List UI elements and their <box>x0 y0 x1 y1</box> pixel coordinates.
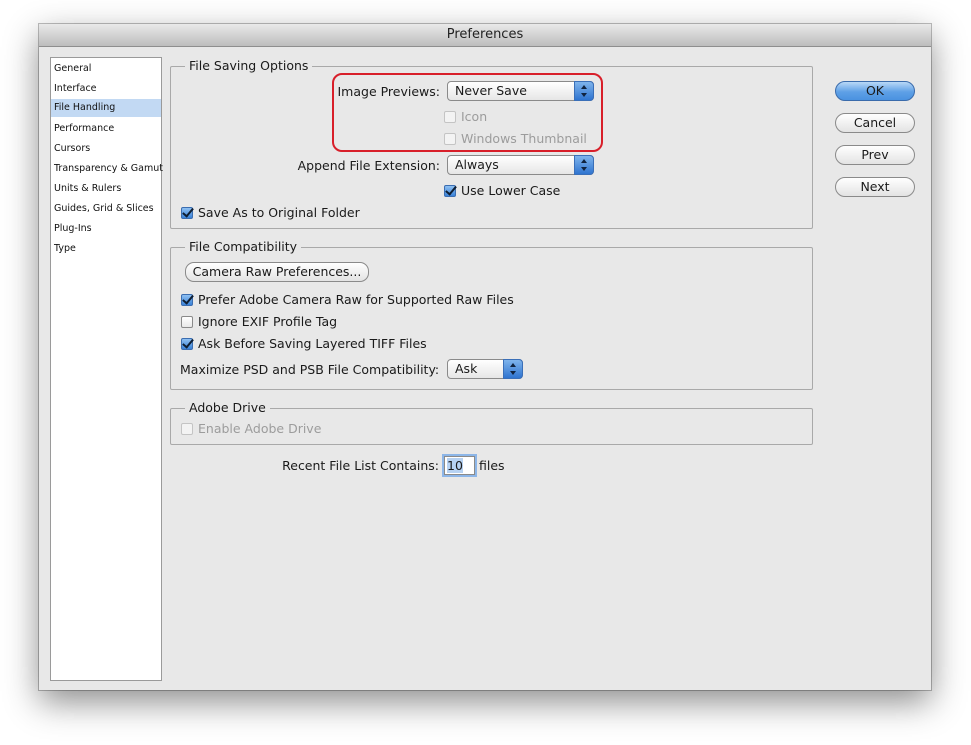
ignore-exif-checkbox[interactable] <box>181 316 193 328</box>
next-button[interactable]: Next <box>835 177 915 197</box>
sidebar-item-interface[interactable]: Interface <box>51 80 161 98</box>
maximize-compatibility-value: Ask <box>455 361 478 376</box>
sidebar-item-performance[interactable]: Performance <box>51 120 161 138</box>
ask-layered-tiff-checkbox[interactable] <box>181 338 193 350</box>
image-previews-select[interactable]: Never Save <box>447 81 594 101</box>
sidebar-item-transparency-gamut[interactable]: Transparency & Gamut <box>51 160 163 178</box>
sidebar-item-cursors[interactable]: Cursors <box>51 140 161 158</box>
prev-button[interactable]: Prev <box>835 145 915 165</box>
sidebar-item-plug-ins[interactable]: Plug-Ins <box>51 220 161 238</box>
use-lower-case-checkbox[interactable] <box>444 185 456 197</box>
windows-thumbnail-label: Windows Thumbnail <box>461 131 587 146</box>
image-previews-value: Never Save <box>455 83 527 98</box>
ok-button[interactable]: OK <box>835 81 915 101</box>
recent-file-list-label: Recent File List Contains: <box>282 458 439 473</box>
append-extension-label: Append File Extension: <box>297 158 440 173</box>
icon-checkbox[interactable] <box>444 111 456 123</box>
image-previews-label: Image Previews: <box>337 84 440 99</box>
append-extension-select[interactable]: Always <box>447 155 594 175</box>
popup-arrows-icon <box>574 155 594 175</box>
category-sidebar: General Interface File Handling Performa… <box>50 57 163 681</box>
preferences-window: Preferences General Interface File Handl… <box>39 24 931 690</box>
maximize-compatibility-label: Maximize PSD and PSB File Compatibility: <box>180 362 440 377</box>
adobe-drive-title: Adobe Drive <box>185 400 270 416</box>
file-compatibility-title: File Compatibility <box>185 239 302 255</box>
append-extension-value: Always <box>455 157 499 172</box>
popup-arrows-icon <box>574 81 594 101</box>
recent-file-count-input[interactable]: 10 <box>444 456 475 475</box>
dialog-content: General Interface File Handling Performa… <box>39 47 931 690</box>
icon-checkbox-label: Icon <box>461 109 488 124</box>
sidebar-item-file-handling[interactable]: File Handling <box>51 99 161 117</box>
prefer-camera-raw-label: Prefer Adobe Camera Raw for Supported Ra… <box>198 292 514 307</box>
enable-adobe-drive-label: Enable Adobe Drive <box>198 421 322 436</box>
popup-arrows-icon <box>503 359 523 379</box>
save-as-original-folder-label: Save As to Original Folder <box>198 205 360 220</box>
prefer-camera-raw-checkbox[interactable] <box>181 294 193 306</box>
recent-file-suffix: files <box>479 458 505 473</box>
file-saving-options-title: File Saving Options <box>185 58 313 74</box>
recent-file-count-value: 10 <box>447 458 463 473</box>
use-lower-case-label: Use Lower Case <box>461 183 561 198</box>
sidebar-item-type[interactable]: Type <box>51 240 161 258</box>
ask-layered-tiff-label: Ask Before Saving Layered TIFF Files <box>198 336 427 351</box>
camera-raw-preferences-button[interactable]: Camera Raw Preferences... <box>185 262 369 282</box>
sidebar-item-general[interactable]: General <box>51 60 161 78</box>
enable-adobe-drive-checkbox[interactable] <box>181 423 193 435</box>
windows-thumbnail-checkbox[interactable] <box>444 133 456 145</box>
cancel-button[interactable]: Cancel <box>835 113 915 133</box>
window-title: Preferences <box>39 24 931 47</box>
save-as-original-folder-checkbox[interactable] <box>181 207 193 219</box>
maximize-compatibility-select[interactable]: Ask <box>447 359 523 379</box>
sidebar-item-units-rulers[interactable]: Units & Rulers <box>51 180 161 198</box>
sidebar-item-guides-grid-slices[interactable]: Guides, Grid & Slices <box>51 200 161 218</box>
ignore-exif-label: Ignore EXIF Profile Tag <box>198 314 338 329</box>
